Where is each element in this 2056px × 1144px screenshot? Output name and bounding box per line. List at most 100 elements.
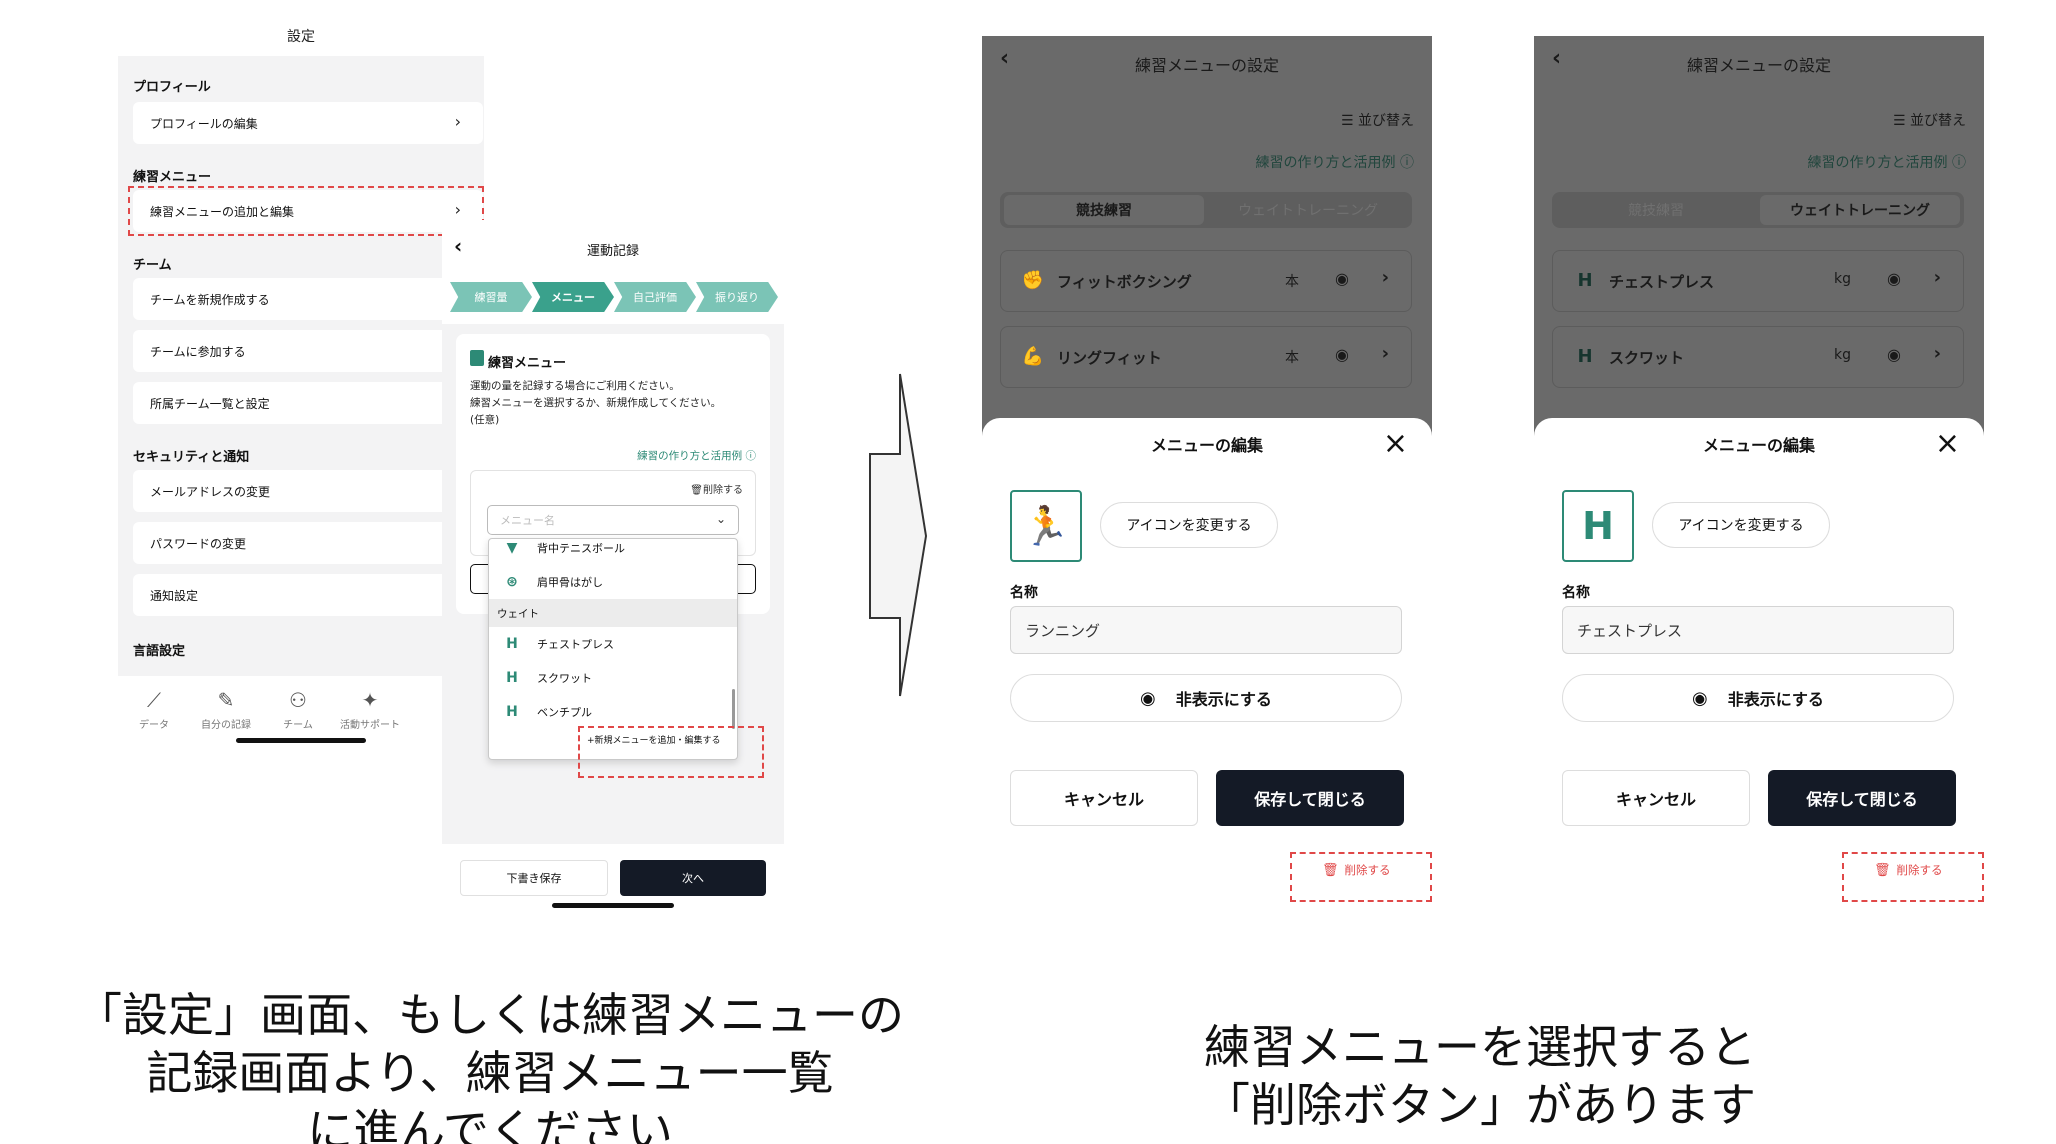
caption-left: 「設定」画面、もしくは練習メニューの 記録画面より、練習メニュー一覧 に進んでく… [76, 988, 904, 1144]
flow-arrow-icon [869, 373, 928, 697]
highlight-box-delete-1 [1290, 852, 1432, 902]
settings-row-edit-profile[interactable]: プロフィールの編集 › [133, 102, 483, 144]
save-close-button[interactable]: 保存して閉じる [1768, 770, 1956, 826]
tab-team[interactable]: ⚇ チーム [262, 688, 334, 731]
chevron-right-icon: › [1933, 343, 1941, 364]
eye-icon: ◉ [1140, 687, 1156, 709]
menu-card-description: 運動の量を記録する場合にご利用ください。 練習メニューを選択するか、新規作成して… [470, 380, 722, 426]
running-icon: 🏃 [1010, 490, 1082, 562]
menu-select[interactable]: メニュー名 ⌄ [487, 505, 739, 535]
next-button[interactable]: 次へ [620, 860, 766, 896]
howto-link[interactable]: 練習の作り方と活用例 ⓘ [637, 448, 756, 463]
section-header-profile: プロフィール [133, 80, 211, 95]
dropdown-category: ウェイト [489, 599, 737, 627]
dumbbell-icon: H [506, 704, 518, 720]
bottom-tab-bar: ⟋ データ ✎ 自分の記録 ⚇ チーム ✦ 活動サポート [118, 676, 484, 750]
eye-icon[interactable]: ◉ [1887, 269, 1901, 288]
howto-link[interactable]: 練習の作り方と活用例 ⓘ [1808, 152, 1966, 172]
sparkle-icon: ✦ [361, 688, 379, 712]
hide-button[interactable]: ◉ 非表示にする [1010, 674, 1402, 722]
edit-panel-weight: ‹ 練習メニューの設定 ☰ 並び替え 練習の作り方と活用例 ⓘ 競技練習 ウェイ… [1534, 36, 1984, 942]
panel-title: 練習メニューの設定 [1134, 56, 1279, 75]
sort-button[interactable]: ☰ 並び替え [1341, 110, 1414, 130]
segment-weight[interactable]: ウェイトトレーニング [1760, 195, 1960, 225]
step-self-eval[interactable]: 自己評価 [614, 282, 696, 312]
segment-weight[interactable]: ウェイトトレーニング [1208, 195, 1408, 225]
sheet-title: メニューの編集 [1702, 436, 1815, 455]
dropdown-item[interactable]: ⊛ 肩甲骨はがし [489, 565, 737, 599]
dropdown-item[interactable]: ▼ 背中テニスボール [489, 539, 737, 565]
save-close-button[interactable]: 保存して閉じる [1216, 770, 1404, 826]
name-label: 名称 [1562, 585, 1590, 601]
section-header-team: チーム [133, 258, 172, 273]
segment-practice[interactable]: 競技練習 [1556, 195, 1756, 225]
step-volume[interactable]: 練習量 [450, 282, 532, 312]
home-indicator [236, 738, 366, 743]
eye-icon[interactable]: ◉ [1335, 345, 1349, 364]
change-icon-button[interactable]: アイコンを変更する [1652, 502, 1830, 548]
trash-icon: 🗑 [690, 485, 703, 496]
menu-row[interactable]: H チェストプレス kg ◉ › [1552, 250, 1964, 312]
dropdown-item[interactable]: H ベンチプル [489, 695, 737, 729]
menu-row[interactable]: 💪 リングフィット 本 ◉ › [1000, 326, 1412, 388]
howto-link[interactable]: 練習の作り方と活用例 ⓘ [1256, 152, 1414, 172]
team-icon: ⚇ [289, 688, 307, 712]
settings-title: 設定 [287, 29, 315, 45]
tab-data[interactable]: ⟋ データ [118, 688, 190, 731]
sort-button[interactable]: ☰ 並び替え [1893, 110, 1966, 130]
settings-row-join-team[interactable]: チームに参加する› [133, 330, 483, 372]
settings-row-create-team[interactable]: チームを新規作成する› [133, 278, 483, 320]
chevron-right-icon: › [1381, 267, 1389, 288]
close-icon[interactable]: × [1935, 426, 1960, 461]
name-label: 名称 [1010, 585, 1038, 601]
dumbbell-icon: H [506, 636, 518, 652]
home-indicator [552, 903, 674, 908]
boxing-glove-icon: ✊ [1021, 270, 1045, 291]
sheet-title: メニューの編集 [1150, 436, 1263, 455]
eye-icon: ◉ [1692, 687, 1708, 709]
dimmed-background: ‹ 練習メニューの設定 ☰ 並び替え 練習の作り方と活用例 ⓘ 競技練習 ウェイ… [982, 36, 1432, 436]
settings-row-notifications[interactable]: 通知設定› [133, 574, 483, 616]
dropdown-scrollbar[interactable] [732, 689, 735, 729]
data-icon: ⟋ [147, 688, 161, 712]
clipboard-icon [470, 350, 484, 366]
highlight-box-delete-2 [1842, 852, 1984, 902]
segment-practice[interactable]: 競技練習 [1004, 195, 1204, 225]
dropdown-item[interactable]: H チェストプレス [489, 627, 737, 661]
step-reflection[interactable]: 振り返り [696, 282, 778, 312]
section-header-security: セキュリティと通知 [133, 450, 250, 465]
highlight-box-menu-settings [128, 186, 484, 236]
dumbbell-icon: H [1577, 270, 1593, 291]
shirt-icon: ▼ [506, 540, 518, 556]
name-input[interactable]: ランニング [1010, 606, 1402, 654]
tab-activity-support[interactable]: ✦ 活動サポート [334, 688, 406, 731]
save-draft-button[interactable]: 下書き保存 [460, 860, 608, 896]
settings-row-team-list[interactable]: 所属チーム一覧と設定› [133, 382, 483, 424]
record-title: 運動記録 [586, 244, 639, 259]
eye-icon[interactable]: ◉ [1887, 345, 1901, 364]
dumbbell-icon: H [1562, 490, 1634, 562]
muscle-icon: 💪 [1021, 346, 1045, 367]
cancel-button[interactable]: キャンセル [1010, 770, 1198, 826]
change-icon-button[interactable]: アイコンを変更する [1100, 502, 1278, 548]
cancel-button[interactable]: キャンセル [1562, 770, 1750, 826]
segmented-control: 競技練習 ウェイトトレーニング [1000, 192, 1412, 228]
settings-row-email[interactable]: メールアドレスの変更› [133, 470, 483, 512]
close-icon[interactable]: × [1383, 426, 1408, 461]
step-menu[interactable]: メニュー [532, 282, 614, 312]
tab-my-record[interactable]: ✎ 自分の記録 [190, 688, 262, 731]
settings-list: プロフィール プロフィールの編集 › 練習メニュー 練習メニューの追加と編集 › チ… [118, 56, 484, 676]
name-input[interactable]: チェストプレス [1562, 606, 1954, 654]
dumbbell-icon: H [1577, 346, 1593, 367]
delete-entry-button[interactable]: 🗑削除する [690, 481, 743, 496]
eye-icon[interactable]: ◉ [1335, 269, 1349, 288]
chevron-right-icon: › [454, 112, 461, 131]
hide-button[interactable]: ◉ 非表示にする [1562, 674, 1954, 722]
menu-row[interactable]: ✊ フィットボクシング 本 ◉ › [1000, 250, 1412, 312]
settings-row-password[interactable]: パスワードの変更› [133, 522, 483, 564]
menu-row[interactable]: H スクワット kg ◉ › [1552, 326, 1964, 388]
chevron-down-icon: ⌄ [715, 512, 726, 526]
chevron-right-icon: › [1381, 343, 1389, 364]
section-header-menu: 練習メニュー [133, 170, 212, 185]
dropdown-item[interactable]: H スクワット [489, 661, 737, 695]
